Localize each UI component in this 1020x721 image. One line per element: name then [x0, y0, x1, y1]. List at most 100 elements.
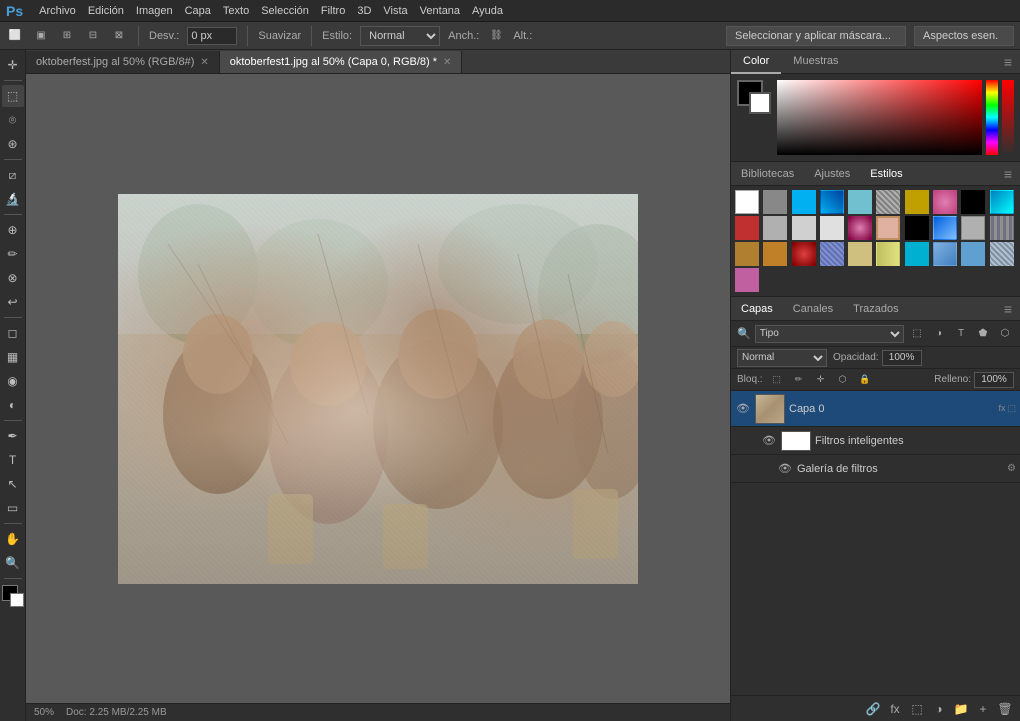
- estilo-18[interactable]: [933, 216, 957, 240]
- estilo-28[interactable]: [933, 242, 957, 266]
- estilo-10[interactable]: [990, 190, 1014, 214]
- move-tool[interactable]: ✛: [2, 54, 24, 76]
- estilo-5[interactable]: [848, 190, 872, 214]
- blend-mode-select[interactable]: Normal: [737, 349, 827, 367]
- estilo-22[interactable]: [763, 242, 787, 266]
- menu-capa[interactable]: Capa: [185, 5, 211, 17]
- spot-heal-tool[interactable]: ⊕: [2, 219, 24, 241]
- alpha-slider[interactable]: [1002, 80, 1014, 155]
- tab-color[interactable]: Color: [731, 50, 781, 74]
- menu-filtro[interactable]: Filtro: [321, 5, 345, 17]
- history-brush-tool[interactable]: ↩: [2, 291, 24, 313]
- add-adjustment-btn[interactable]: ◑: [930, 700, 948, 718]
- tab-ajustes[interactable]: Ajustes: [804, 162, 860, 186]
- estilo-4[interactable]: [820, 190, 844, 214]
- fg-bg-color[interactable]: [2, 585, 24, 607]
- estilo-20[interactable]: [990, 216, 1014, 240]
- path-select-tool[interactable]: ↖: [2, 473, 24, 495]
- hand-tool[interactable]: ✋: [2, 528, 24, 550]
- aspectos-btn[interactable]: Aspectos esen.: [914, 26, 1014, 46]
- estilo-17[interactable]: [905, 216, 929, 240]
- menu-ventana[interactable]: Ventana: [420, 5, 460, 17]
- opacity-input[interactable]: [882, 350, 922, 366]
- tab-2-close[interactable]: ✕: [443, 57, 451, 68]
- tab-capas[interactable]: Capas: [731, 297, 783, 321]
- shape-tool[interactable]: ▭: [2, 497, 24, 519]
- estilo-19[interactable]: [961, 216, 985, 240]
- desv-input[interactable]: [187, 27, 237, 45]
- text-tool[interactable]: T: [2, 449, 24, 471]
- lasso-tool[interactable]: ⌾: [2, 109, 24, 131]
- lock-all-btn[interactable]: 🔒: [857, 372, 873, 388]
- menu-vista[interactable]: Vista: [383, 5, 407, 17]
- menu-3d[interactable]: 3D: [357, 5, 371, 17]
- estilo-15[interactable]: [848, 216, 872, 240]
- menu-archivo[interactable]: Archivo: [39, 5, 76, 17]
- lock-image-btn[interactable]: ✏: [791, 372, 807, 388]
- estilo-24[interactable]: [820, 242, 844, 266]
- layer-capa0[interactable]: 👁 Capa 0 fx ⬚: [731, 391, 1020, 427]
- estilo-12[interactable]: [763, 216, 787, 240]
- estilo-26[interactable]: [876, 242, 900, 266]
- eraser-tool[interactable]: ◻: [2, 322, 24, 344]
- estilo-1[interactable]: [735, 190, 759, 214]
- menu-seleccion[interactable]: Selección: [261, 5, 309, 17]
- filter-pixel-icon[interactable]: ⬚: [908, 325, 926, 343]
- add-layer-btn[interactable]: +: [974, 700, 992, 718]
- relleno-input[interactable]: [974, 372, 1014, 388]
- estilo-7[interactable]: [905, 190, 929, 214]
- estilo-16[interactable]: [876, 216, 900, 240]
- seleccionar-mascara-btn[interactable]: Seleccionar y aplicar máscara...: [726, 26, 906, 46]
- gradient-tool[interactable]: ▦: [2, 346, 24, 368]
- tab-1-close[interactable]: ✕: [200, 57, 208, 68]
- layer-galeria-filtros[interactable]: 👁 Galería de filtros ⚙: [731, 455, 1020, 483]
- layer-galeria-settings[interactable]: ⚙: [1007, 463, 1016, 474]
- estilo-30[interactable]: [990, 242, 1014, 266]
- hue-slider[interactable]: [986, 80, 998, 155]
- layer-capa0-visibility[interactable]: 👁: [735, 401, 751, 417]
- estilo-2[interactable]: [763, 190, 787, 214]
- tab-canales[interactable]: Canales: [783, 297, 843, 321]
- add-group-btn[interactable]: 📁: [952, 700, 970, 718]
- tab-bibliotecas[interactable]: Bibliotecas: [731, 162, 804, 186]
- layer-galeria-visibility[interactable]: 👁: [777, 461, 793, 477]
- pen-tool[interactable]: ✒: [2, 425, 24, 447]
- delete-layer-btn[interactable]: 🗑: [996, 700, 1014, 718]
- lock-artboard-btn[interactable]: ⬡: [835, 372, 851, 388]
- filter-shape-icon[interactable]: ⬟: [974, 325, 992, 343]
- tab-estilos[interactable]: Estilos: [860, 162, 912, 186]
- layer-effects-btn[interactable]: fx: [886, 700, 904, 718]
- layer-filtros-inteligentes[interactable]: 👁 Filtros inteligentes: [731, 427, 1020, 455]
- estilo-8[interactable]: [933, 190, 957, 214]
- estilo-11[interactable]: [735, 216, 759, 240]
- capas-panel-menu[interactable]: ≡: [996, 301, 1020, 317]
- color-panel-menu[interactable]: ≡: [996, 54, 1020, 70]
- crop-tool[interactable]: ⧄: [2, 164, 24, 186]
- menu-imagen[interactable]: Imagen: [136, 5, 173, 17]
- lock-position-btn[interactable]: ✛: [813, 372, 829, 388]
- tab-2[interactable]: oktoberfest1.jpg al 50% (Capa 0, RGB/8) …: [220, 51, 463, 73]
- menu-texto[interactable]: Texto: [223, 5, 249, 17]
- eyedropper-tool[interactable]: 🔬: [2, 188, 24, 210]
- estilo-31[interactable]: [735, 268, 759, 292]
- quick-select-tool[interactable]: ⊛: [2, 133, 24, 155]
- link-layers-btn[interactable]: 🔗: [864, 700, 882, 718]
- marquee-tool[interactable]: ⬚: [2, 85, 24, 107]
- estilo-3[interactable]: [792, 190, 816, 214]
- fg-bg-color-selector[interactable]: [737, 80, 771, 114]
- menu-ayuda[interactable]: Ayuda: [472, 5, 503, 17]
- color-gradient-field[interactable]: [777, 80, 982, 155]
- estilo-23[interactable]: [792, 242, 816, 266]
- estilo-select[interactable]: Normal: [360, 26, 440, 46]
- tab-trazados[interactable]: Trazados: [843, 297, 908, 321]
- brush-tool[interactable]: ✏: [2, 243, 24, 265]
- filter-adjust-icon[interactable]: ◑: [930, 325, 948, 343]
- menu-edicion[interactable]: Edición: [88, 5, 124, 17]
- lock-transparent-btn[interactable]: ⬚: [769, 372, 785, 388]
- filter-smart-icon[interactable]: ⬡: [996, 325, 1014, 343]
- bg-color[interactable]: [10, 593, 24, 607]
- estilo-9[interactable]: [961, 190, 985, 214]
- estilos-panel-menu[interactable]: ≡: [996, 166, 1020, 182]
- estilo-13[interactable]: [792, 216, 816, 240]
- estilo-27[interactable]: [905, 242, 929, 266]
